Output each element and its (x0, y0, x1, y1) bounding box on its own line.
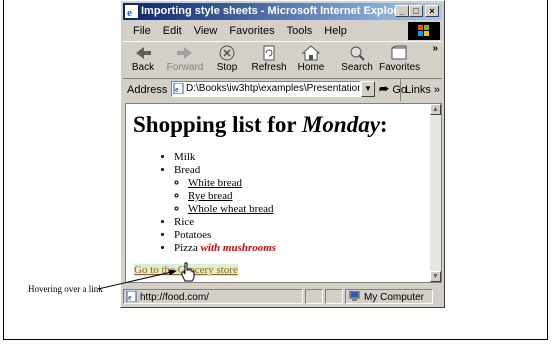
browser-window: e Importing style sheets - Microsoft Int… (120, 0, 445, 308)
status-panel-2 (305, 289, 323, 304)
status-page-icon: e (126, 291, 137, 302)
address-label: Address (127, 84, 168, 96)
list-item-pizza: Pizza with mushrooms (174, 242, 276, 255)
status-url-panel: e http://food.com/ (123, 289, 303, 304)
white-bread-link[interactable]: White bread (188, 177, 242, 189)
rye-bread-link[interactable]: Rye bread (188, 190, 232, 202)
menu-bar: File Edit View Favorites Tools Help (123, 22, 442, 40)
home-button[interactable]: Home (291, 44, 331, 76)
scroll-up-arrow-icon[interactable]: ▲ (430, 104, 441, 115)
window-title: Importing style sheets - Microsoft Inter… (141, 5, 409, 17)
status-url: http://food.com/ (140, 292, 209, 303)
title-bar[interactable]: e Importing style sheets - Microsoft Int… (123, 3, 442, 20)
whole-wheat-bread-link[interactable]: Whole wheat bread (188, 203, 274, 215)
minimize-button[interactable]: _ (395, 5, 409, 17)
toolbar-more-chevron[interactable]: » (432, 43, 438, 54)
stop-button[interactable]: Stop (207, 44, 247, 76)
page-content: Shopping list for Monday: Milk Bread Whi… (125, 103, 430, 283)
bread-sublist: White bread Rye bread Whole wheat bread (174, 177, 276, 216)
list-item-rye-bread: Rye bread (188, 190, 276, 203)
outer-frame-left (3, 0, 4, 340)
svg-text:e: e (175, 85, 179, 94)
standard-toolbar: Back Forward Stop Refresh Home Search Fa… (123, 41, 442, 79)
address-dropdown-button[interactable]: ▼ (361, 81, 375, 97)
my-computer-icon (349, 291, 360, 301)
go-arrow-icon: ⮫ (379, 84, 390, 96)
forward-arrow-icon (177, 47, 192, 59)
forward-button[interactable]: Forward (165, 44, 205, 76)
refresh-icon (263, 45, 275, 61)
status-zone: My Computer (364, 292, 425, 303)
windows-logo-icon (408, 22, 440, 40)
svg-text:e: e (128, 293, 132, 302)
status-zone-panel: My Computer (345, 289, 433, 304)
favorites-button[interactable]: Favorites (379, 44, 420, 76)
back-arrow-icon (136, 47, 151, 59)
heading-day: Monday (301, 112, 380, 137)
menu-help[interactable]: Help (318, 22, 353, 40)
svg-text:e: e (127, 7, 132, 18)
status-bar: e http://food.com/ My Computer (123, 288, 442, 305)
address-input[interactable]: e D:\Books\iw3htp\examples\Presentation\p… (171, 81, 361, 97)
list-item-potatoes: Potatoes (174, 229, 276, 242)
status-panel-3 (325, 289, 343, 304)
shopping-list: Milk Bread White bread Rye bread Whole w… (160, 151, 276, 255)
search-button[interactable]: Search (337, 44, 377, 76)
outer-frame-bottom (3, 339, 548, 340)
page-heading: Shopping list for Monday: (133, 112, 388, 137)
outer-frame-right (547, 0, 548, 340)
list-item-rice: Rice (174, 216, 276, 229)
stop-icon (219, 45, 235, 61)
menu-tools[interactable]: Tools (281, 22, 319, 40)
address-bar: Address e D:\Books\iw3htp\examples\Presen… (123, 79, 442, 101)
list-item-bread: Bread White bread Rye bread Whole wheat … (174, 164, 276, 216)
list-item-white-bread: White bread (188, 177, 276, 190)
favorites-icon (391, 45, 407, 60)
address-value: D:\Books\iw3htp\examples\Presentation\pr… (186, 83, 361, 94)
menu-view[interactable]: View (188, 22, 224, 40)
pizza-emphasis: with mushrooms (200, 242, 277, 254)
callout-label: Hovering over a link (28, 284, 103, 294)
menu-favorites[interactable]: Favorites (223, 22, 280, 40)
maximize-button[interactable]: □ (409, 5, 423, 17)
hand-cursor-icon (181, 262, 195, 282)
menu-edit[interactable]: Edit (157, 22, 188, 40)
refresh-button[interactable]: Refresh (249, 44, 289, 76)
close-button[interactable]: × (425, 5, 439, 17)
links-button[interactable]: Links » (400, 79, 440, 101)
search-icon (350, 46, 365, 61)
list-item-milk: Milk (174, 151, 276, 164)
home-icon (301, 45, 321, 61)
list-item-whole-wheat-bread: Whole wheat bread (188, 203, 276, 216)
vertical-scrollbar[interactable]: ▲ ▼ (430, 103, 442, 283)
ie-logo-icon: e (125, 5, 138, 18)
back-button[interactable]: Back (123, 44, 163, 76)
menu-file[interactable]: File (123, 22, 157, 40)
page-icon: e (173, 82, 184, 94)
scroll-down-arrow-icon[interactable]: ▼ (430, 271, 441, 282)
